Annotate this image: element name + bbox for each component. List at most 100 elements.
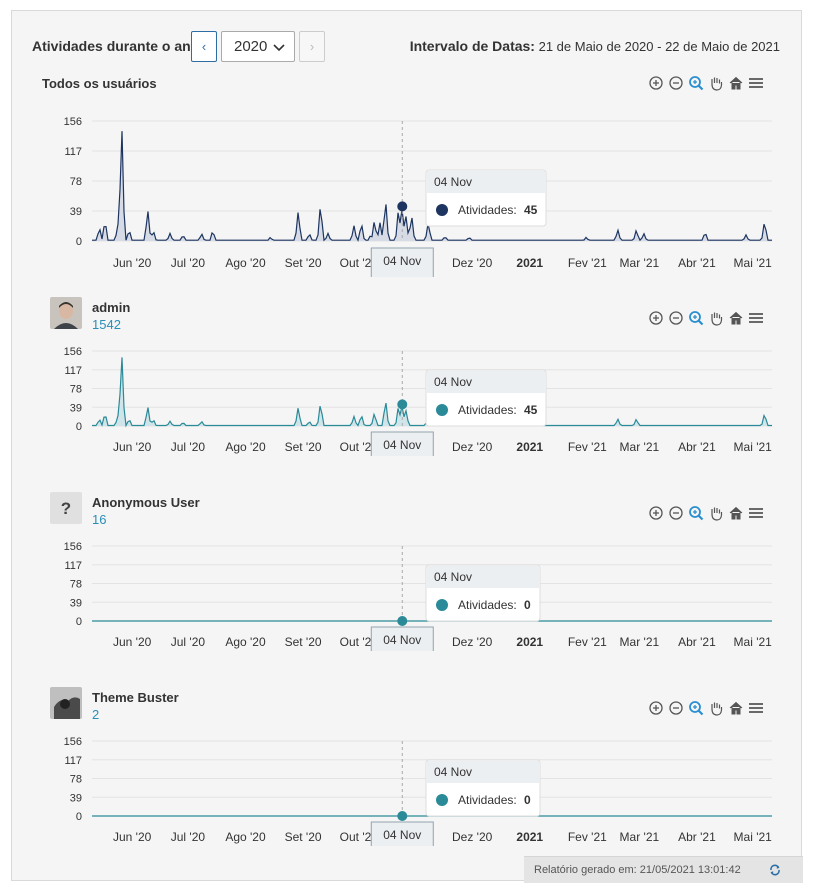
- selection-zoom-icon[interactable]: [688, 75, 704, 91]
- menu-icon[interactable]: [748, 310, 764, 326]
- y-tick-label: 0: [76, 236, 82, 248]
- y-tick-label: 39: [70, 597, 82, 609]
- tooltip-date: 04 Nov: [434, 570, 472, 584]
- user-activity-count[interactable]: 2: [92, 707, 99, 722]
- x-tick-label: Abr '21: [678, 830, 716, 844]
- y-tick-label: 156: [64, 736, 82, 748]
- chart-title-all-users: Todos os usuários: [42, 76, 157, 91]
- prev-year-button[interactable]: ‹: [191, 31, 217, 62]
- user-activity-count[interactable]: 16: [92, 512, 106, 527]
- tooltip-label: Atividades:: [458, 793, 517, 807]
- menu-icon[interactable]: [748, 505, 764, 521]
- x-tick-label: Ago '20: [225, 440, 266, 454]
- tooltip-value: 45: [524, 203, 538, 217]
- home-icon[interactable]: [728, 700, 744, 716]
- x-tick-label: 2021: [516, 830, 543, 844]
- pan-hand-icon[interactable]: [708, 700, 724, 716]
- x-tick-label: 2021: [516, 440, 543, 454]
- x-tick-label: Ago '20: [225, 830, 266, 844]
- tooltip-value: 0: [524, 793, 531, 807]
- tooltip-label: Atividades:: [458, 598, 517, 612]
- x-tick-label: Mar '21: [620, 830, 660, 844]
- chart-admin[interactable]: 03978117156Jun '20 Jul '20 Ago '20 Set '20 O…: [12, 336, 801, 456]
- y-tick-label: 78: [70, 384, 82, 396]
- zoom-in-icon[interactable]: [648, 310, 664, 326]
- y-tick-label: 39: [70, 792, 82, 804]
- zoom-in-icon[interactable]: [648, 700, 664, 716]
- pan-hand-icon[interactable]: [708, 505, 724, 521]
- zoom-out-icon[interactable]: [668, 700, 684, 716]
- x-tick-label: Mar '21: [620, 256, 660, 270]
- zoom-out-icon[interactable]: [668, 310, 684, 326]
- x-tick-label: Mai '21: [734, 635, 773, 649]
- page-title: Atividades durante o ano: [32, 38, 200, 54]
- user-activity-count[interactable]: 1542: [92, 317, 121, 332]
- x-tick-label: Abr '21: [678, 256, 716, 270]
- x-tick-label: Mai '21: [734, 256, 773, 270]
- x-tick-label: Dez '20: [452, 440, 493, 454]
- tooltip-marker: [436, 404, 448, 416]
- user-name: Anonymous User: [92, 495, 200, 510]
- x-tick-label: Jun '20: [113, 830, 152, 844]
- x-tick-label: Dez '20: [452, 830, 493, 844]
- home-icon[interactable]: [728, 75, 744, 91]
- chart-theme-buster[interactable]: 03978117156Jun '20 Jul '20 Ago '20 Set '20 O…: [12, 726, 801, 846]
- zoom-out-icon[interactable]: [668, 505, 684, 521]
- tooltip-date: 04 Nov: [434, 175, 472, 189]
- y-tick-label: 78: [70, 176, 82, 188]
- selection-zoom-icon[interactable]: [688, 700, 704, 716]
- chart-toolbar: [648, 310, 764, 326]
- zoom-in-icon[interactable]: [648, 75, 664, 91]
- year-value: 2020: [234, 38, 268, 55]
- tooltip-value: 45: [524, 403, 538, 417]
- x-tick-label: Jul '20: [171, 256, 206, 270]
- zoom-in-icon[interactable]: [648, 505, 664, 521]
- y-tick-label: 117: [64, 755, 82, 767]
- y-tick-label: 0: [76, 811, 82, 823]
- pan-hand-icon[interactable]: [708, 75, 724, 91]
- chart-anonymous-user[interactable]: 03978117156Jun '20 Jul '20 Ago '20 Set '20 O…: [12, 531, 801, 651]
- x-tick-label: Set '20: [285, 830, 322, 844]
- selection-zoom-icon[interactable]: [688, 310, 704, 326]
- user-name: Theme Buster: [92, 690, 179, 705]
- tooltip-marker: [436, 204, 448, 216]
- selection-zoom-icon[interactable]: [688, 505, 704, 521]
- y-tick-label: 0: [76, 616, 82, 628]
- y-tick-label: 78: [70, 579, 82, 591]
- next-year-button[interactable]: ›: [299, 31, 325, 62]
- chart-all-users[interactable]: 03978117156Jun '20 Jul '20 Ago '20 Set '20 O…: [12, 107, 801, 277]
- x-tick-label: Set '20: [285, 635, 322, 649]
- x-tick-label: Jul '20: [171, 830, 206, 844]
- activity-panel: Atividades durante o ano ‹ 2020 › Interv…: [11, 10, 803, 883]
- x-tick-label: Fev '21: [568, 830, 607, 844]
- y-tick-label: 117: [64, 146, 82, 158]
- x-tick-label: Abr '21: [678, 635, 716, 649]
- report-generated-text: Relatório gerado em: 21/05/2021 13:01:42: [534, 864, 741, 876]
- tooltip-date: 04 Nov: [434, 375, 472, 389]
- home-icon[interactable]: [728, 310, 744, 326]
- x-tick-label: Mai '21: [734, 440, 773, 454]
- home-icon[interactable]: [728, 505, 744, 521]
- svg-text:?: ?: [61, 499, 71, 518]
- y-tick-label: 156: [64, 116, 82, 128]
- x-tick-label: Fev '21: [568, 256, 607, 270]
- menu-icon[interactable]: [748, 700, 764, 716]
- pan-hand-icon[interactable]: [708, 310, 724, 326]
- y-tick-label: 117: [64, 560, 82, 572]
- crosshair-date-label: 04 Nov: [383, 633, 421, 647]
- crosshair-date-label: 04 Nov: [383, 254, 421, 268]
- refresh-icon[interactable]: [769, 864, 781, 876]
- y-tick-label: 78: [70, 774, 82, 786]
- tooltip-label: Atividades:: [458, 203, 517, 217]
- chevron-down-icon: [273, 44, 285, 52]
- x-tick-label: Dez '20: [452, 256, 493, 270]
- date-interval: Intervalo de Datas: 21 de Maio de 2020 -…: [410, 38, 780, 54]
- zoom-out-icon[interactable]: [668, 75, 684, 91]
- menu-icon[interactable]: [748, 75, 764, 91]
- x-tick-label: Mar '21: [620, 440, 660, 454]
- hover-marker: [397, 616, 408, 626]
- y-tick-label: 39: [70, 402, 82, 414]
- x-tick-label: Mai '21: [734, 830, 773, 844]
- year-select[interactable]: 2020: [221, 31, 295, 62]
- x-tick-label: Ago '20: [225, 635, 266, 649]
